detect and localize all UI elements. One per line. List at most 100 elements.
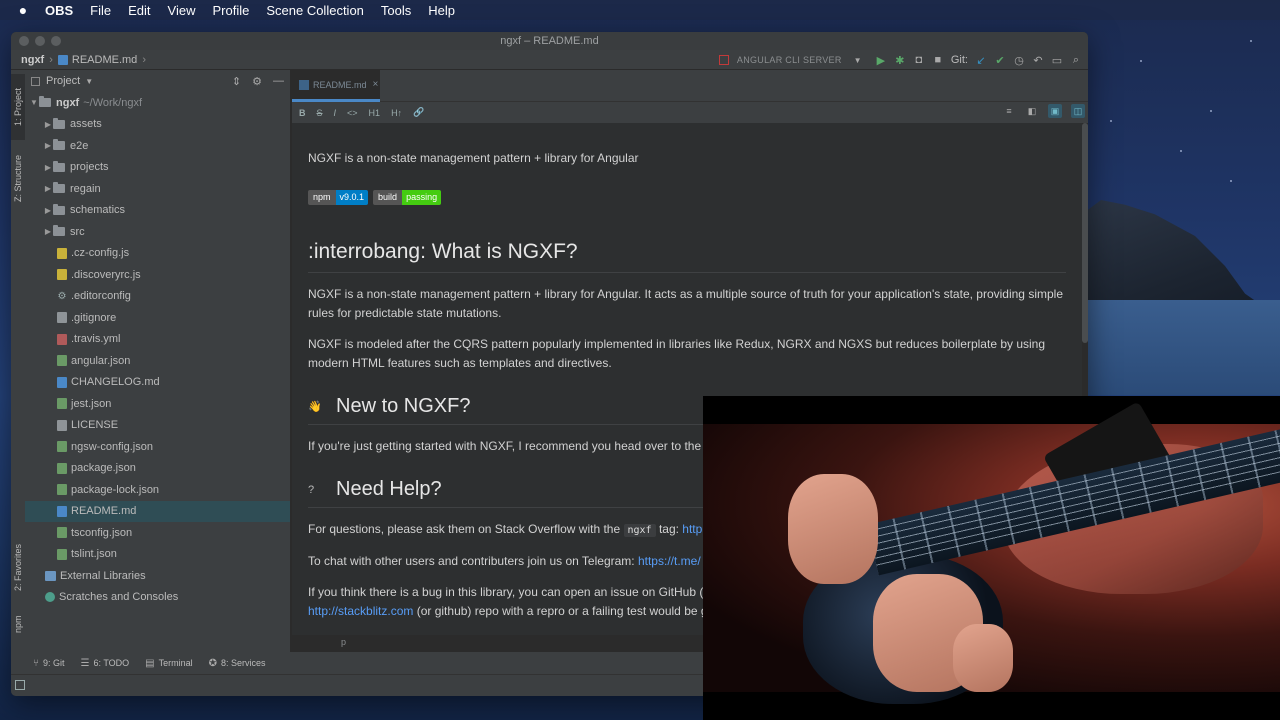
scrollbar-thumb[interactable] xyxy=(1082,123,1088,343)
stop-icon[interactable]: ■ xyxy=(932,54,944,66)
run-configuration-select[interactable]: ANGULAR CLI SERVER ▼ xyxy=(712,52,868,68)
code-icon[interactable]: <> xyxy=(347,108,358,118)
debug-icon[interactable]: ✱ xyxy=(894,54,906,67)
collapse-arrow-icon[interactable]: ▶ xyxy=(43,163,53,172)
link-icon[interactable]: 🔗 xyxy=(413,107,424,118)
hide-panel-icon[interactable]: — xyxy=(273,75,284,87)
menu-profile[interactable]: Profile xyxy=(212,3,249,18)
menu-view[interactable]: View xyxy=(168,3,196,18)
git-update-icon[interactable]: ↙ xyxy=(975,54,987,67)
run-with-coverage-icon[interactable]: ◘ xyxy=(913,54,925,66)
header-icon[interactable]: H1 xyxy=(369,108,381,118)
scratches-icon xyxy=(45,592,55,603)
tool-button-terminal[interactable]: ▤ Terminal xyxy=(145,658,192,669)
collapse-arrow-icon[interactable]: ▶ xyxy=(43,206,53,215)
menu-help[interactable]: Help xyxy=(428,3,455,18)
project-panel-title[interactable]: Project xyxy=(46,75,80,87)
bold-icon[interactable]: B xyxy=(299,108,306,118)
json-file-icon xyxy=(57,355,67,367)
apple-icon[interactable]: ● xyxy=(15,2,31,18)
editor-only-icon[interactable]: ≡ xyxy=(1002,104,1016,118)
window-layout-icon[interactable]: ▭ xyxy=(1051,54,1063,67)
tree-file[interactable]: ngsw-config.json xyxy=(25,436,290,458)
collapse-all-icon[interactable]: ⇕ xyxy=(232,75,241,88)
tree-file[interactable]: package.json xyxy=(25,458,290,480)
build-status-badge[interactable]: build passing xyxy=(373,190,442,205)
tree-file[interactable]: tsconfig.json xyxy=(25,522,290,544)
tree-folder[interactable]: ▶ regain xyxy=(25,178,290,200)
breadcrumb-file[interactable]: README.md xyxy=(72,54,137,66)
menu-app-name[interactable]: OBS xyxy=(45,3,73,18)
menu-scene-collection[interactable]: Scene Collection xyxy=(266,3,364,18)
git-commit-icon[interactable]: ✔ xyxy=(994,54,1006,67)
tab-readme[interactable]: README.md × xyxy=(292,70,380,102)
collapse-arrow-icon[interactable]: ▶ xyxy=(43,184,53,193)
chevron-down-icon: ▼ xyxy=(853,55,862,65)
git-history-icon[interactable]: ◷ xyxy=(1013,54,1025,67)
chevron-down-icon[interactable]: ▼ xyxy=(85,77,93,86)
tool-button-services[interactable]: ✪ 8: Services xyxy=(209,658,266,669)
tool-tab-structure[interactable]: Z: Structure xyxy=(11,146,25,210)
tree-folder[interactable]: ▶ src xyxy=(25,221,290,243)
tree-external-libraries[interactable]: External Libraries xyxy=(25,565,290,587)
markdown-file-icon xyxy=(299,79,309,90)
folder-icon xyxy=(53,160,65,172)
tool-button-todo[interactable]: ☰ 6: TODO xyxy=(81,658,130,669)
header-level-icon[interactable]: H↑ xyxy=(391,108,402,118)
close-icon[interactable]: × xyxy=(373,79,379,90)
italic-icon[interactable]: I xyxy=(334,108,337,118)
chevron-right-icon: › xyxy=(142,53,146,66)
tree-file[interactable]: tslint.json xyxy=(25,544,290,566)
strikethrough-icon[interactable]: S xyxy=(317,108,323,118)
tree-folder[interactable]: ▶ projects xyxy=(25,157,290,179)
tree-file[interactable]: README.md xyxy=(25,500,290,522)
tree-folder[interactable]: ▶ e2e xyxy=(25,135,290,157)
tree-file[interactable]: LICENSE xyxy=(25,415,290,437)
npm-version-badge[interactable]: npm v9.0.1 xyxy=(308,190,369,205)
git-rollback-icon[interactable]: ↶ xyxy=(1032,54,1044,67)
tree-root-path: ~/Work/ngxf xyxy=(83,96,143,109)
split-view-icon[interactable]: ◧ xyxy=(1025,104,1039,118)
tree-file[interactable]: .discoveryrc.js xyxy=(25,264,290,286)
tree-file[interactable]: angular.json xyxy=(25,350,290,372)
expand-arrow-icon[interactable]: ▼ xyxy=(29,98,39,107)
tree-root[interactable]: ▼ ngxf ~/Work/ngxf xyxy=(25,92,290,114)
inline-code-ngxf: ngxf xyxy=(623,524,656,537)
tree-file[interactable]: ⚙ .editorconfig xyxy=(25,286,290,308)
gear-icon[interactable]: ⚙ xyxy=(252,75,262,88)
layout-toggle-icon[interactable]: ◫ xyxy=(1071,104,1085,118)
run-icon[interactable]: ▶ xyxy=(875,54,887,67)
breadcrumb-project[interactable]: ngxf xyxy=(21,54,44,66)
tree-file[interactable]: jest.json xyxy=(25,393,290,415)
collapse-arrow-icon[interactable]: ▶ xyxy=(43,141,53,150)
telegram-link[interactable]: https://t.me/ xyxy=(638,554,701,568)
tool-tab-favorites[interactable]: 2: Favorites xyxy=(11,536,25,598)
badge-value: v9.0.1 xyxy=(335,190,369,205)
collapse-arrow-icon[interactable]: ▶ xyxy=(43,120,53,129)
element-path[interactable]: p xyxy=(341,637,346,647)
tool-tab-project[interactable]: 1: Project xyxy=(11,74,25,140)
menu-edit[interactable]: Edit xyxy=(128,3,150,18)
menu-tools[interactable]: Tools xyxy=(381,3,411,18)
markdown-toolbar: B S I <> H1 H↑ 🔗 ≡ ◧ ▣ ◫ xyxy=(292,102,1088,123)
folder-icon xyxy=(53,117,65,129)
menu-file[interactable]: File xyxy=(90,3,111,18)
collapse-arrow-icon[interactable]: ▶ xyxy=(43,227,53,236)
tree-file[interactable]: package-lock.json xyxy=(25,479,290,501)
tree-file[interactable]: .travis.yml xyxy=(25,329,290,351)
search-icon[interactable]: ⌕ xyxy=(1070,54,1082,66)
tree-file[interactable]: .cz-config.js xyxy=(25,243,290,265)
toggle-tool-windows-icon[interactable] xyxy=(15,680,25,690)
tree-scratches[interactable]: Scratches and Consoles xyxy=(25,587,290,609)
tree-folder[interactable]: ▶ assets xyxy=(25,114,290,136)
preview-only-icon[interactable]: ▣ xyxy=(1048,104,1062,118)
tool-button-git[interactable]: ⑂ 9: Git xyxy=(33,658,65,669)
stackoverflow-link[interactable]: http xyxy=(682,522,702,536)
window-titlebar: ngxf – README.md xyxy=(11,32,1088,50)
tree-folder[interactable]: ▶ schematics xyxy=(25,200,290,222)
tool-tab-npm[interactable]: npm xyxy=(11,610,25,638)
tree-file[interactable]: .gitignore xyxy=(25,307,290,329)
stackblitz-link[interactable]: http://stackblitz.com xyxy=(308,604,413,618)
tree-file[interactable]: CHANGELOG.md xyxy=(25,372,290,394)
json-file-icon xyxy=(57,548,67,560)
